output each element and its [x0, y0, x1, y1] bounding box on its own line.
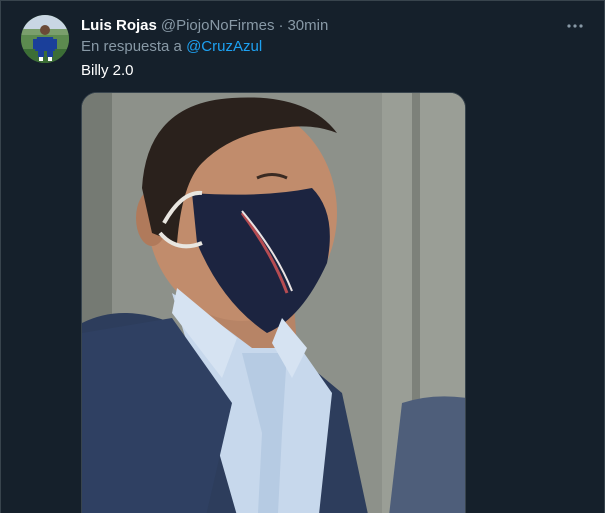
more-horizontal-icon	[567, 24, 583, 28]
more-options-button[interactable]	[564, 15, 586, 37]
tweet-media-image[interactable]	[81, 92, 466, 513]
tweet[interactable]: Luis Rojas @PiojoNoFirmes · 30min En res…	[0, 0, 605, 513]
reply-mention-link[interactable]: @CruzAzul	[186, 38, 262, 55]
avatar[interactable]	[21, 15, 69, 63]
tweet-text: Billy 2.0	[81, 62, 134, 79]
tweet-header: Luis Rojas @PiojoNoFirmes · 30min	[81, 15, 328, 35]
avatar-image	[21, 15, 69, 63]
author-handle[interactable]: @PiojoNoFirmes	[161, 17, 275, 34]
photo	[82, 93, 465, 513]
tweet-timestamp[interactable]: 30min	[287, 17, 328, 34]
author-name[interactable]: Luis Rojas	[81, 17, 157, 34]
reply-prefix: En respuesta a	[81, 38, 182, 55]
separator-dot: ·	[278, 16, 284, 34]
reply-context: En respuesta a @CruzAzul	[81, 38, 262, 55]
